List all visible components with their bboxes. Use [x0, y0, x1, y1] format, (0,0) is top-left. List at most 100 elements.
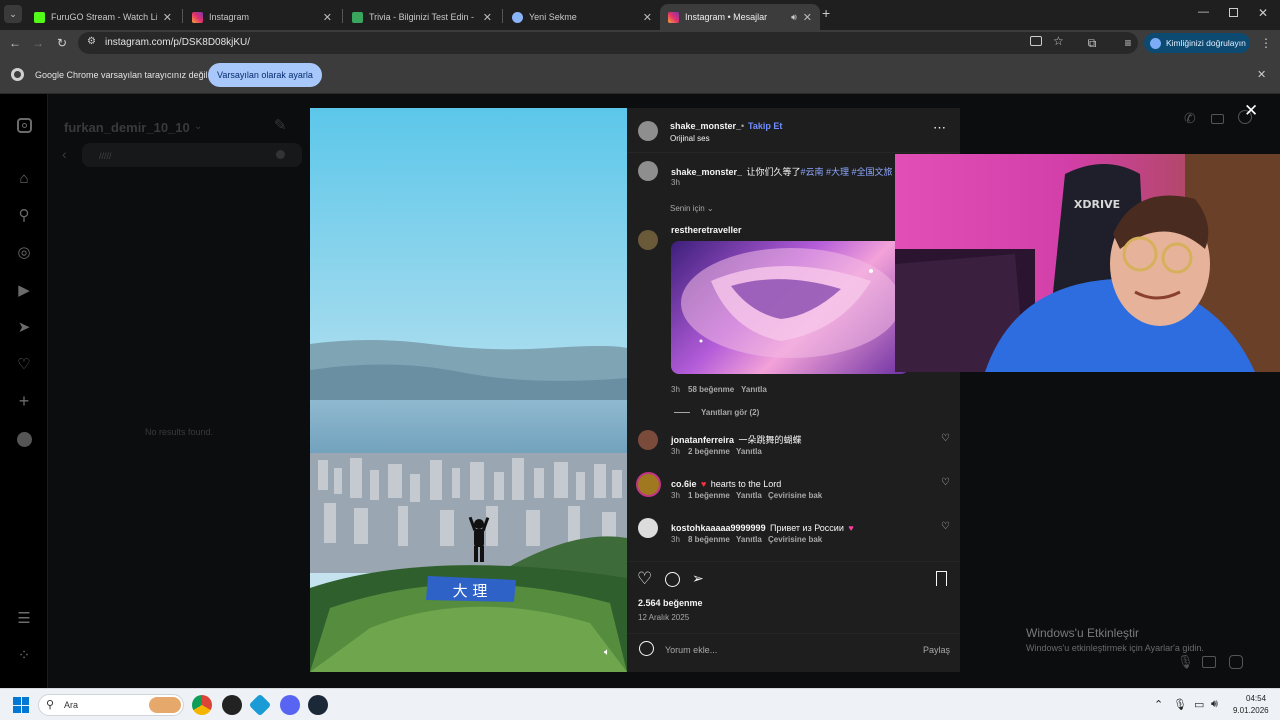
tab-furugo[interactable]: FuruGO Stream - Watch Live on ✕	[26, 4, 180, 30]
view-replies-button[interactable]: Yanıtları gör (2)	[701, 408, 759, 417]
like-comment-heart-icon[interactable]: ♡	[941, 521, 950, 532]
search-input[interactable]: /////	[82, 143, 302, 167]
chrome-app-icon[interactable]	[192, 695, 212, 715]
new-tab-button[interactable]: +	[822, 5, 830, 21]
profile-button[interactable]: Kimliğinizi doğrulayın	[1144, 33, 1250, 53]
reply-button[interactable]: Yanıtla	[736, 535, 762, 544]
emoji-picker-icon[interactable]	[639, 641, 654, 656]
commenter-avatar[interactable]	[638, 430, 658, 450]
see-translation-button[interactable]: Çevirisine bak	[768, 535, 822, 544]
more-options-icon[interactable]: ⋯	[933, 120, 946, 136]
see-translation-button[interactable]: Çevirisine bak	[768, 491, 822, 500]
minimize-button[interactable]: —	[1198, 6, 1209, 18]
close-tab-icon[interactable]: ✕	[323, 11, 332, 24]
microphone-icon[interactable]: 🎙︎	[1177, 654, 1194, 670]
close-tab-icon[interactable]: ✕	[643, 11, 652, 24]
extensions-icon[interactable]: ⧉	[1082, 33, 1102, 53]
new-message-icon[interactable]: ✎	[274, 116, 287, 134]
bookmark-star-icon[interactable]: ☆	[1053, 34, 1064, 48]
clear-search-icon[interactable]	[276, 150, 285, 159]
account-username[interactable]: furkan_demir_10_10	[64, 120, 190, 135]
comment-input[interactable]: Yorum ekle...	[665, 645, 717, 655]
like-count[interactable]: 2.564 beğenme	[638, 598, 703, 608]
clock-time[interactable]: 04:54	[1246, 694, 1266, 703]
install-app-icon[interactable]	[1030, 36, 1042, 46]
messages-icon[interactable]: ➤	[14, 317, 34, 337]
image-icon[interactable]	[1202, 656, 1216, 668]
voice-call-icon[interactable]: ✆	[1184, 110, 1196, 127]
reels-icon[interactable]: ▶	[14, 280, 34, 300]
more-menu-icon[interactable]: ☰	[14, 608, 34, 628]
restore-button[interactable]	[1229, 8, 1238, 17]
post-comment-button[interactable]: Paylaş	[923, 645, 950, 655]
network-app-icon[interactable]	[248, 693, 272, 717]
clock-date[interactable]: 9.01.2026	[1233, 706, 1269, 715]
commenter-avatar[interactable]	[638, 518, 658, 538]
back-arrow-icon[interactable]: ‹	[62, 146, 67, 162]
video-call-icon[interactable]	[1211, 114, 1224, 124]
chevron-down-icon[interactable]: ⌄	[194, 121, 202, 132]
audio-playing-icon[interactable]: 🔊︎	[791, 12, 797, 23]
tab-instagram-messages[interactable]: Instagram • Mesajlar 🔊︎ ✕	[660, 4, 820, 30]
close-tab-icon[interactable]: ✕	[163, 11, 172, 24]
create-icon[interactable]: +	[14, 391, 34, 411]
comment-gif[interactable]	[671, 241, 909, 374]
comment-username[interactable]: restheretraveller	[671, 225, 742, 235]
tab-search-button[interactable]: ⌄	[4, 5, 22, 23]
tab-new-tab[interactable]: Yeni Sekme ✕	[504, 4, 660, 30]
instagram-logo-icon[interactable]	[14, 115, 34, 135]
close-tab-icon[interactable]: ✕	[483, 11, 492, 24]
set-default-button[interactable]: Varsayılan olarak ayarla	[208, 63, 322, 87]
reload-icon[interactable]: ↻	[52, 33, 72, 53]
comment-likes[interactable]: 2 beğenme	[688, 447, 730, 456]
comment-likes[interactable]: 8 beğenme	[688, 535, 730, 544]
author-username[interactable]: shake_monster_	[670, 121, 741, 131]
obs-app-icon[interactable]	[222, 695, 242, 715]
sticker-icon[interactable]	[1229, 655, 1243, 669]
reply-button[interactable]: Yanıtla	[736, 491, 762, 500]
like-heart-icon[interactable]: ♡	[637, 569, 652, 589]
post-video[interactable]: 大 理 🔈︎	[310, 108, 627, 672]
close-tab-icon[interactable]: ✕	[803, 11, 812, 24]
close-infobar-icon[interactable]: ✕	[1257, 68, 1266, 81]
profile-avatar[interactable]	[14, 429, 34, 449]
site-info-icon[interactable]: ⚙	[87, 36, 96, 47]
save-bookmark-icon[interactable]	[936, 571, 947, 586]
home-icon[interactable]: ⌂	[14, 168, 34, 188]
forward-icon[interactable]: →	[28, 33, 48, 53]
url-text[interactable]: instagram.com/p/DSK8D08kjKU/	[105, 37, 250, 48]
reply-button[interactable]: Yanıtla	[741, 385, 767, 394]
like-comment-heart-icon[interactable]: ♡	[941, 477, 950, 488]
author-avatar[interactable]	[638, 161, 658, 181]
commenter-avatar[interactable]	[638, 230, 658, 250]
tray-network-icon[interactable]: ▭	[1194, 698, 1204, 711]
discord-app-icon[interactable]	[280, 695, 300, 715]
comment-filter-dropdown[interactable]: Senin için ⌄	[670, 204, 714, 213]
comment-likes[interactable]: 58 beğenme	[688, 385, 734, 394]
windows-start-icon[interactable]	[13, 697, 29, 713]
tray-volume-icon[interactable]: 🔊︎	[1211, 698, 1218, 711]
taskbar-search-input[interactable]: ⚲ Ara	[38, 694, 184, 716]
address-bar[interactable]: ⚙ instagram.com/p/DSK8D08kjKU/ ☆	[78, 32, 1138, 54]
tab-instagram[interactable]: Instagram ✕	[184, 4, 340, 30]
caption-hashtags[interactable]: #云南 #大理 #全国文旅	[801, 167, 893, 177]
close-window-button[interactable]: ✕	[1258, 6, 1268, 20]
reply-button[interactable]: Yanıtla	[736, 447, 762, 456]
search-icon[interactable]: ⚲	[14, 205, 34, 225]
back-icon[interactable]: ←	[5, 33, 25, 53]
commenter-avatar[interactable]	[636, 472, 661, 497]
audio-label[interactable]: Orijinal ses	[670, 134, 710, 143]
explore-icon[interactable]: ◎	[14, 242, 34, 262]
notifications-heart-icon[interactable]: ♡	[14, 354, 34, 374]
meta-apps-icon[interactable]: ⁘	[14, 645, 34, 665]
tab-trivia[interactable]: Trivia - Bilginizi Test Edin - Quiz ✕	[344, 4, 500, 30]
share-icon[interactable]: ➢	[692, 570, 704, 587]
comment-likes[interactable]: 1 beğenme	[688, 491, 730, 500]
tray-overflow-icon[interactable]: ⌃	[1154, 698, 1163, 711]
steam-app-icon[interactable]	[308, 695, 328, 715]
menu-icon[interactable]: ⋮	[1256, 33, 1276, 53]
like-comment-heart-icon[interactable]: ♡	[941, 433, 950, 444]
tray-microphone-icon[interactable]: 🎙︎	[1173, 698, 1187, 711]
comment-icon[interactable]	[665, 572, 680, 587]
media-controls-icon[interactable]: ≡	[1118, 33, 1138, 53]
